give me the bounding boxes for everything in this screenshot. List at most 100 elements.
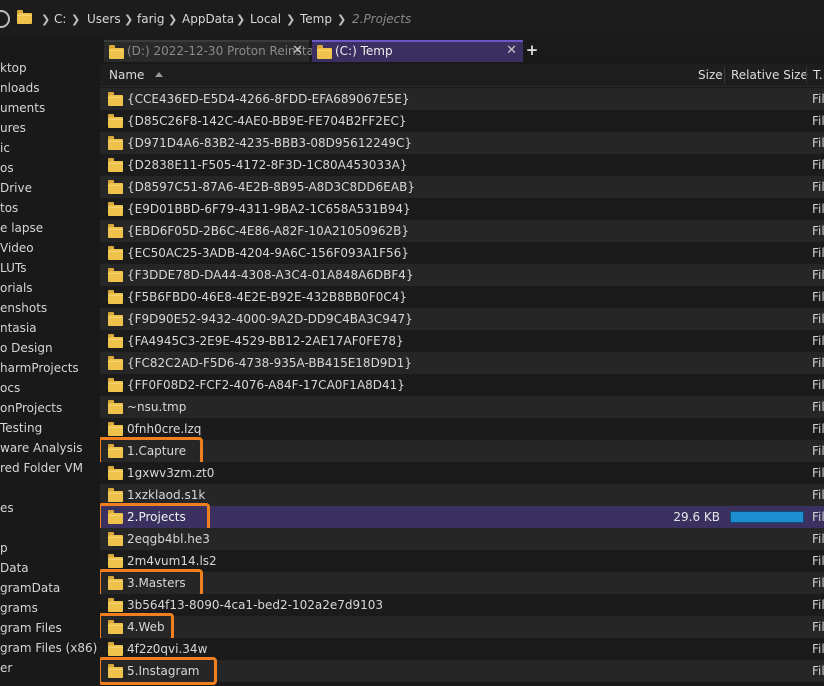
file-type: Fil <box>812 290 824 304</box>
nav-item[interactable]: nloads <box>0 78 40 98</box>
folder-icon <box>108 598 123 612</box>
file-row[interactable]: 1.Capture Fil <box>100 440 824 462</box>
chevron-right-icon[interactable]: ❯ <box>286 11 295 28</box>
new-tab-button[interactable]: + <box>524 40 540 60</box>
file-name: {FC82C2AD-F5D6-4738-935A-BB415E18D9D1} <box>127 356 412 370</box>
folder-icon <box>109 45 124 59</box>
file-row[interactable]: {D2838E11-F505-4172-8F3D-1C80A453033A} Fi… <box>100 154 824 176</box>
file-type: Fil <box>812 620 824 634</box>
file-row[interactable]: {EC50AC25-3ADB-4204-9A6C-156F093A1F56} Fi… <box>100 242 824 264</box>
chevron-right-icon[interactable]: ❯ <box>71 11 80 28</box>
file-row[interactable]: {EBD6F05D-2B6C-4E86-A82F-10A21050962B} Fi… <box>100 220 824 242</box>
file-size <box>660 550 720 572</box>
navigation-pane[interactable]: ktop nloads uments ures ic os Drive tos … <box>0 38 100 686</box>
nav-item[interactable]: grams <box>0 598 38 618</box>
file-type: Fil <box>812 356 824 370</box>
nav-item[interactable]: ures <box>0 118 26 138</box>
file-size <box>660 660 720 682</box>
nav-item[interactable]: orials <box>0 278 33 298</box>
breadcrumb-local[interactable]: Local <box>250 11 281 28</box>
file-row[interactable]: 0fnh0cre.lzq Fil <box>100 418 824 440</box>
chevron-right-icon[interactable]: ❯ <box>236 11 245 28</box>
nav-item[interactable]: ware Analysis <box>0 438 82 458</box>
file-row[interactable]: 1xzklaod.s1k Fil <box>100 484 824 506</box>
chevron-right-icon[interactable]: ❯ <box>124 11 133 28</box>
file-row[interactable]: {FA4945C3-2E9E-4529-BB12-2AE17AF0FE78} Fi… <box>100 330 824 352</box>
file-row[interactable]: {D971D4A6-83B2-4235-BBB3-08D95612249C} Fi… <box>100 132 824 154</box>
breadcrumb-temp[interactable]: Temp <box>300 11 332 28</box>
file-type: Fil <box>812 444 824 458</box>
breadcrumb-farig[interactable]: farig <box>137 11 164 28</box>
nav-item[interactable]: Data <box>0 558 29 578</box>
nav-item[interactable]: enshots <box>0 298 47 318</box>
folder-icon <box>108 312 123 326</box>
tab-bar: (D:) 2022-12-30 Proton Reinstall ✕ (C:) … <box>100 38 824 62</box>
file-type: Fil <box>812 598 824 612</box>
address-bar[interactable]: ❯ C: ❯ Users ❯ farig ❯ AppData ❯ Local ❯… <box>0 0 824 38</box>
sort-ascending-icon <box>155 72 163 77</box>
nav-item[interactable]: er <box>0 658 12 678</box>
chevron-right-icon[interactable]: ❯ <box>168 11 177 28</box>
file-row[interactable]: 1gxwv3zm.zt0 Fil <box>100 462 824 484</box>
file-type: Fil <box>812 642 824 656</box>
nav-item[interactable]: o Design <box>0 338 53 358</box>
back-icon[interactable] <box>0 10 10 28</box>
nav-item[interactable]: es <box>0 498 14 518</box>
breadcrumb-users[interactable]: Users <box>87 11 121 28</box>
nav-item[interactable]: ic <box>0 138 10 158</box>
nav-item[interactable]: e lapse <box>0 218 43 238</box>
nav-item[interactable]: gram Files (x86) <box>0 638 97 658</box>
nav-item[interactable]: harmProjects <box>0 358 79 378</box>
close-icon[interactable]: ✕ <box>292 40 303 62</box>
nav-item[interactable]: ktop <box>0 58 27 78</box>
close-icon[interactable]: ✕ <box>506 40 517 62</box>
breadcrumb-c[interactable]: C: <box>54 11 66 28</box>
file-row[interactable]: {F5B6FBD0-46E8-4E2E-B92E-432B8BB0F0C4} Fi… <box>100 286 824 308</box>
nav-item[interactable]: ntasia <box>0 318 37 338</box>
column-size[interactable]: Size <box>698 64 723 86</box>
breadcrumb-appdata[interactable]: AppData <box>182 11 234 28</box>
file-row[interactable]: 3.Masters Fil <box>100 572 824 594</box>
file-row[interactable]: 3b564f13-8090-4ca1-bed2-102a2e7d9103 Fil <box>100 594 824 616</box>
nav-item[interactable]: ocs <box>0 378 20 398</box>
file-type: Fil <box>812 576 824 590</box>
file-row[interactable]: ~nsu.tmp Fil <box>100 396 824 418</box>
file-size <box>660 396 720 418</box>
nav-item[interactable]: Video <box>0 238 34 258</box>
file-row[interactable]: 2m4vum14.ls2 Fil <box>100 550 824 572</box>
file-name: {F9D90E52-9432-4000-9A2D-DD9C4BA3C947} <box>127 312 413 326</box>
column-divider[interactable] <box>724 67 725 83</box>
column-divider[interactable] <box>806 67 807 83</box>
file-list[interactable]: {CCE436ED-E5D4-4266-8FDD-EFA689067E5E} Fi… <box>100 88 824 686</box>
file-row[interactable]: 2eqgb4bl.he3 Fil <box>100 528 824 550</box>
column-name[interactable]: Name <box>109 64 144 86</box>
file-row[interactable]: {F9D90E52-9432-4000-9A2D-DD9C4BA3C947} Fi… <box>100 308 824 330</box>
file-row[interactable]: {FC82C2AD-F5D6-4738-935A-BB415E18D9D1} Fi… <box>100 352 824 374</box>
tab-temp[interactable]: (C:) Temp ✕ <box>312 40 523 62</box>
nav-item[interactable]: LUTs <box>0 258 26 278</box>
file-row[interactable]: {D8597C51-87A6-4E2B-8B95-A8D3C8DD6EAB} Fi… <box>100 176 824 198</box>
nav-item[interactable]: os <box>0 158 14 178</box>
nav-item[interactable]: Drive <box>0 178 32 198</box>
nav-item[interactable]: Testing <box>0 418 42 438</box>
file-row[interactable]: {F3DDE78D-DA44-4308-A3C4-01A848A6DBF4} Fi… <box>100 264 824 286</box>
breadcrumb-current[interactable]: 2.Projects <box>352 11 411 28</box>
nav-item[interactable]: gram Files <box>0 618 62 638</box>
file-row[interactable]: {D85C26F8-142C-4AE0-BB9E-FE704B2FF2EC} Fi… <box>100 110 824 132</box>
file-row[interactable]: {CCE436ED-E5D4-4266-8FDD-EFA689067E5E} Fi… <box>100 88 824 110</box>
nav-item[interactable]: tos <box>0 198 18 218</box>
file-size <box>660 308 720 330</box>
file-row[interactable]: {FF0F08D2-FCF2-4076-A84F-17CA0F1A8D41} Fi… <box>100 374 824 396</box>
nav-item[interactable]: red Folder VM <box>0 458 83 478</box>
nav-item[interactable]: p <box>0 538 8 558</box>
tab-proton-reinstall[interactable]: (D:) 2022-12-30 Proton Reinstall ✕ <box>104 40 321 62</box>
nav-item[interactable]: gramData <box>0 578 60 598</box>
column-relative-size[interactable]: Relative Size <box>731 64 808 86</box>
chevron-right-icon[interactable]: ❯ <box>337 11 346 28</box>
chevron-right-icon[interactable]: ❯ <box>41 11 50 28</box>
nav-item[interactable]: onProjects <box>0 398 62 418</box>
nav-item[interactable]: uments <box>0 98 45 118</box>
column-type[interactable]: T. <box>813 64 823 86</box>
file-row[interactable]: 4.Web Fil <box>100 616 824 638</box>
file-row[interactable]: {E9D01BBD-6F79-4311-9BA2-1C658A531B94} Fi… <box>100 198 824 220</box>
